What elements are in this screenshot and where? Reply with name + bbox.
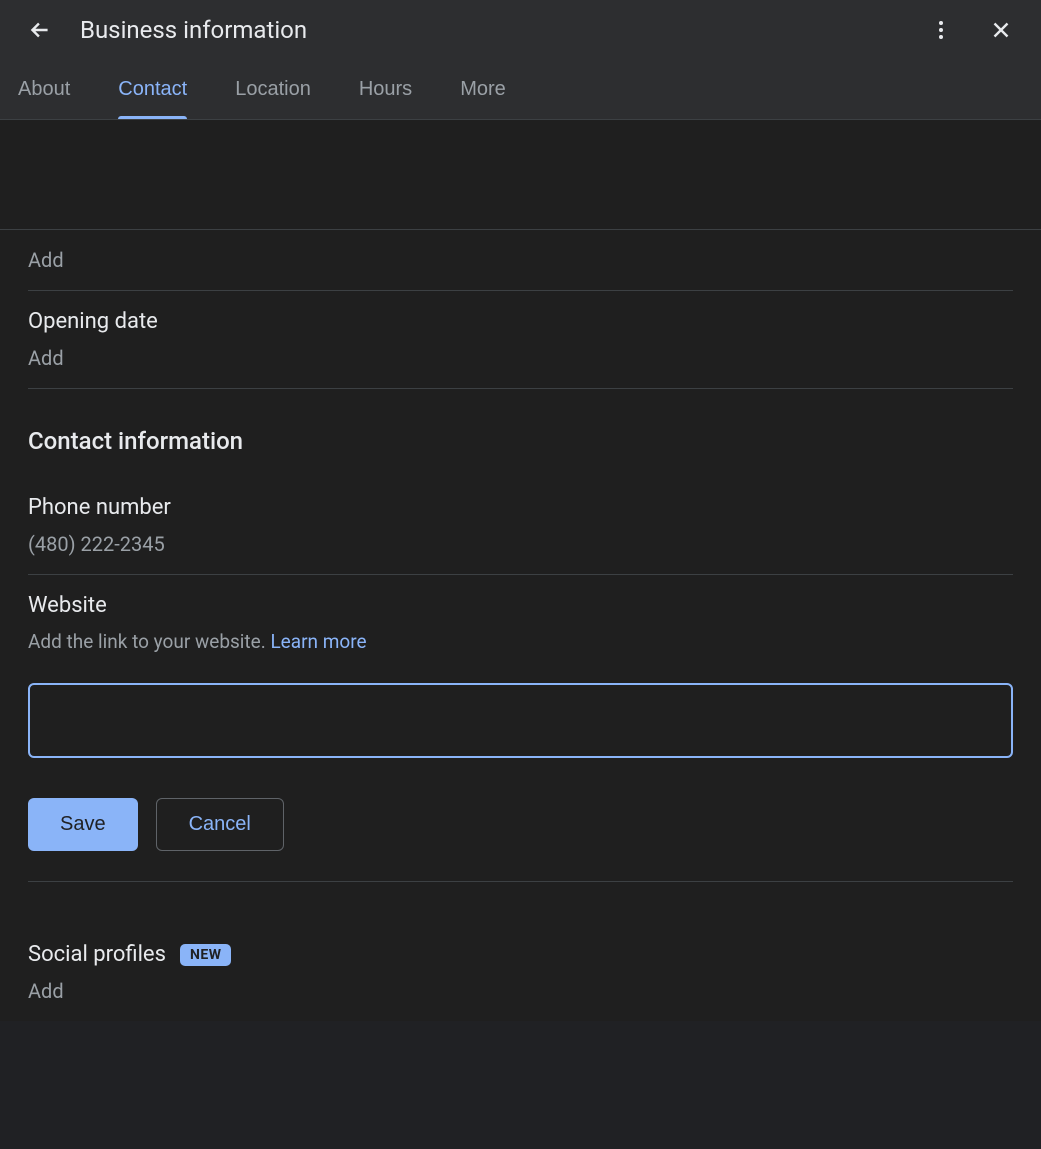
phone-value: (480) 222-2345 [28, 532, 1013, 556]
learn-more-link[interactable]: Learn more [270, 630, 366, 653]
website-label: Website [28, 593, 1013, 618]
tab-contact[interactable]: Contact [118, 60, 187, 119]
prior-section-add-row[interactable]: Add [28, 230, 1013, 291]
website-input-wrapper [28, 683, 1013, 758]
close-icon [988, 17, 1014, 43]
social-add-link: Add [28, 979, 1013, 1003]
more-options-button[interactable] [921, 10, 961, 50]
tab-more[interactable]: More [460, 60, 506, 119]
social-profiles-row[interactable]: Social profiles NEW Add [28, 900, 1013, 1021]
arrow-left-icon [27, 17, 53, 43]
more-vert-icon [929, 18, 953, 42]
website-helper-text: Add the link to your website. [28, 630, 270, 653]
website-helper: Add the link to your website. Learn more [28, 630, 1013, 653]
opening-date-row[interactable]: Opening date Add [28, 291, 1013, 389]
add-link: Add [28, 248, 1013, 272]
phone-label: Phone number [28, 495, 1013, 520]
cancel-button[interactable]: Cancel [156, 798, 284, 851]
opening-date-value: Add [28, 346, 1013, 370]
website-input[interactable] [28, 683, 1013, 758]
save-button[interactable]: Save [28, 798, 138, 851]
tab-bar: About Contact Location Hours More [0, 60, 1041, 120]
content-spacer [0, 120, 1041, 230]
new-badge: NEW [180, 944, 232, 966]
page-title: Business information [80, 16, 921, 44]
phone-row[interactable]: Phone number (480) 222-2345 [28, 477, 1013, 575]
header: Business information [0, 0, 1041, 60]
contact-info-heading: Contact information [28, 427, 1013, 455]
button-row: Save Cancel [28, 798, 1013, 882]
tab-hours[interactable]: Hours [359, 60, 412, 119]
tab-location[interactable]: Location [235, 60, 311, 119]
social-profiles-label: Social profiles [28, 942, 166, 967]
social-header: Social profiles NEW [28, 942, 1013, 967]
website-section: Website Add the link to your website. Le… [28, 575, 1013, 900]
opening-date-label: Opening date [28, 309, 1013, 334]
header-actions [921, 10, 1021, 50]
contact-info-heading-row: Contact information [28, 389, 1013, 477]
content-area: Add Opening date Add Contact information… [0, 120, 1041, 1021]
tab-about[interactable]: About [18, 60, 70, 119]
back-button[interactable] [20, 10, 60, 50]
close-button[interactable] [981, 10, 1021, 50]
